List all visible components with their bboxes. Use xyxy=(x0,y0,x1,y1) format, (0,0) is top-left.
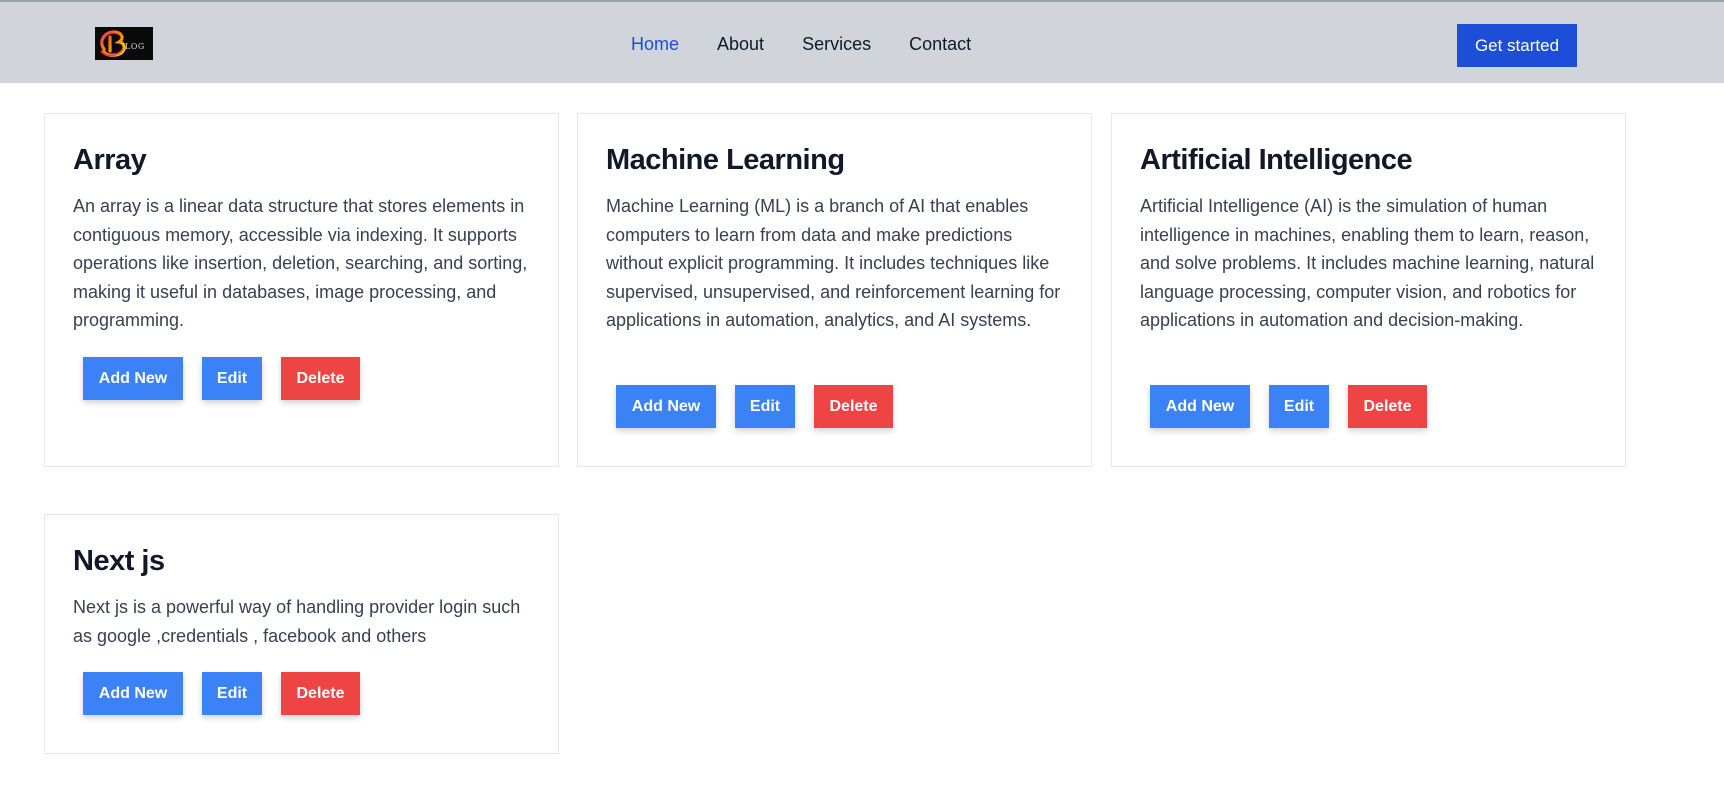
card-actions: Add New Edit Delete xyxy=(1150,385,1427,428)
card-description: Next js is a powerful way of handling pr… xyxy=(73,597,521,646)
edit-button[interactable]: Edit xyxy=(202,357,262,400)
nav-services-link[interactable]: Services xyxy=(802,33,871,55)
blog-logo[interactable]: LOG xyxy=(95,27,153,60)
card-description: Machine Learning (ML) is a branch of AI … xyxy=(606,196,1061,330)
delete-button[interactable]: Delete xyxy=(1348,385,1427,428)
add-new-button[interactable]: Add New xyxy=(83,357,183,400)
delete-button[interactable]: Delete xyxy=(814,385,893,428)
nav-home-link[interactable]: Home xyxy=(631,33,679,55)
topic-card-next-js: Next js Next js is a powerful way of han… xyxy=(44,514,559,754)
get-started-button[interactable]: Get started xyxy=(1457,24,1577,67)
card-title: Artificial Intelligence xyxy=(1140,144,1413,176)
card-title: Machine Learning xyxy=(606,144,845,176)
nav-about-link[interactable]: About xyxy=(717,33,764,55)
card-actions: Add New Edit Delete xyxy=(83,672,360,715)
card-description: An array is a linear data structure that… xyxy=(73,196,528,330)
card-actions: Add New Edit Delete xyxy=(83,357,360,400)
add-new-button[interactable]: Add New xyxy=(616,385,716,428)
site-header: LOG Home About Services Contact Get star… xyxy=(0,2,1724,83)
logo-text: LOG xyxy=(125,42,145,51)
topic-card-machine-learning: Machine Learning Machine Learning (ML) i… xyxy=(577,113,1092,467)
add-new-button[interactable]: Add New xyxy=(83,672,183,715)
delete-button[interactable]: Delete xyxy=(281,357,360,400)
nav-contact-link[interactable]: Contact xyxy=(909,33,971,55)
edit-button[interactable]: Edit xyxy=(735,385,795,428)
topic-card-artificial-intelligence: Artificial Intelligence Artificial Intel… xyxy=(1111,113,1626,467)
add-new-button[interactable]: Add New xyxy=(1150,385,1250,428)
edit-button[interactable]: Edit xyxy=(202,672,262,715)
card-description: Artificial Intelligence (AI) is the simu… xyxy=(1140,196,1595,330)
card-title: Array xyxy=(73,144,147,176)
topic-card-array: Array An array is a linear data structur… xyxy=(44,113,559,467)
card-title: Next js xyxy=(73,545,165,577)
main-nav: Home About Services Contact xyxy=(631,33,971,55)
card-actions: Add New Edit Delete xyxy=(616,385,893,428)
edit-button[interactable]: Edit xyxy=(1269,385,1329,428)
delete-button[interactable]: Delete xyxy=(281,672,360,715)
